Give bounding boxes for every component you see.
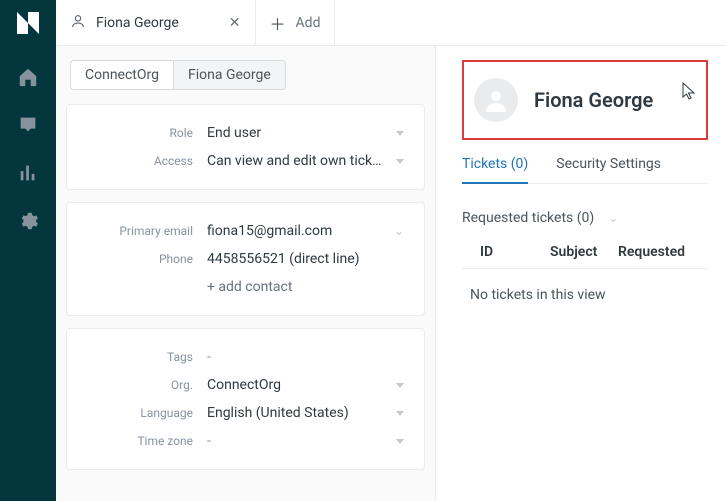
caret-down-icon: [396, 439, 404, 444]
access-label: Access: [67, 154, 207, 168]
details-panel: ConnectOrg Fiona George Role End user Ac…: [56, 46, 436, 501]
role-value: End user: [207, 125, 261, 141]
col-requested[interactable]: Requested: [618, 244, 708, 260]
profile-header: Fiona George: [462, 60, 708, 140]
requested-tickets-toggle[interactable]: Requested tickets (0) ⌄: [462, 210, 708, 226]
language-value: English (United States): [207, 405, 349, 421]
tab-add[interactable]: ＋ Add: [256, 0, 336, 45]
card-role-access: Role End user Access Can view and edit o…: [66, 104, 425, 190]
inbox-icon: [17, 114, 39, 136]
left-nav-rail: [0, 0, 56, 501]
language-label: Language: [67, 406, 207, 420]
card-contact: Primary email fiona15@gmail.com ⌄ Phone …: [66, 202, 425, 316]
chevron-down-icon: ⌄: [394, 224, 404, 238]
timezone-label: Time zone: [67, 434, 207, 448]
org-label: Org.: [67, 378, 207, 392]
tags-field[interactable]: -: [207, 349, 412, 365]
breadcrumb-org[interactable]: ConnectOrg: [70, 60, 173, 90]
timezone-select[interactable]: -: [207, 433, 412, 449]
tab-user-label: Fiona George: [96, 15, 179, 31]
empty-state: No tickets in this view: [462, 269, 708, 303]
breadcrumb-user[interactable]: Fiona George: [173, 60, 286, 90]
caret-down-icon: [396, 383, 404, 388]
subtab-security[interactable]: Security Settings: [556, 156, 661, 183]
avatar: [474, 78, 518, 122]
gear-icon: [17, 210, 39, 232]
col-id[interactable]: ID: [480, 244, 550, 260]
app-logo: [17, 12, 39, 34]
tags-label: Tags: [67, 350, 207, 364]
content-split: ConnectOrg Fiona George Role End user Ac…: [56, 46, 726, 501]
tags-value: -: [207, 349, 211, 365]
tab-user[interactable]: Fiona George ✕: [56, 0, 256, 45]
tickets-panel: Fiona George Tickets (0) Security Settin…: [436, 46, 726, 501]
bar-chart-icon: [17, 162, 39, 184]
chevron-down-icon: ⌄: [608, 211, 618, 225]
profile-name: Fiona George: [534, 88, 653, 112]
caret-down-icon: [396, 131, 404, 136]
phone-field[interactable]: 4458556521 (direct line): [207, 251, 412, 267]
access-value: Can view and edit own tick…: [207, 153, 382, 169]
requested-tickets-label: Requested tickets (0): [462, 210, 594, 226]
card-meta: Tags - Org. ConnectOrg Language English: [66, 328, 425, 470]
phone-label: Phone: [67, 252, 207, 266]
person-icon: [70, 13, 86, 33]
table-header-row: ID Subject Requested: [462, 236, 708, 269]
subtab-tickets[interactable]: Tickets (0): [462, 156, 528, 184]
access-select[interactable]: Can view and edit own tick…: [207, 153, 412, 169]
plus-icon: ＋: [270, 11, 286, 35]
primary-email-field[interactable]: fiona15@gmail.com ⌄: [207, 223, 412, 239]
tickets-table: ID Subject Requested No tickets in this …: [462, 236, 708, 303]
col-subject[interactable]: Subject: [550, 244, 618, 260]
role-select[interactable]: End user: [207, 125, 412, 141]
tab-add-label: Add: [296, 15, 321, 31]
org-select[interactable]: ConnectOrg: [207, 377, 412, 393]
tab-bar: Fiona George ✕ ＋ Add: [56, 0, 726, 46]
timezone-value: -: [207, 433, 211, 449]
person-icon: [484, 88, 508, 112]
phone-value: 4458556521 (direct line): [207, 251, 360, 267]
caret-down-icon: [396, 411, 404, 416]
profile-subtabs: Tickets (0) Security Settings: [462, 156, 708, 184]
main-area: Fiona George ✕ ＋ Add ConnectOrg Fiona Ge…: [56, 0, 726, 501]
caret-down-icon: [396, 159, 404, 164]
nav-settings[interactable]: [0, 208, 56, 234]
add-contact-button[interactable]: + add contact: [207, 279, 292, 295]
language-select[interactable]: English (United States): [207, 405, 412, 421]
nav-inbox[interactable]: [0, 112, 56, 138]
nav-home[interactable]: [0, 64, 56, 90]
breadcrumb: ConnectOrg Fiona George: [70, 60, 435, 90]
nav-reports[interactable]: [0, 160, 56, 186]
role-label: Role: [67, 126, 207, 140]
primary-email-value: fiona15@gmail.com: [207, 223, 332, 239]
home-icon: [17, 66, 39, 88]
tab-close-icon[interactable]: ✕: [229, 15, 241, 31]
org-value: ConnectOrg: [207, 377, 281, 393]
primary-email-label: Primary email: [67, 224, 207, 238]
